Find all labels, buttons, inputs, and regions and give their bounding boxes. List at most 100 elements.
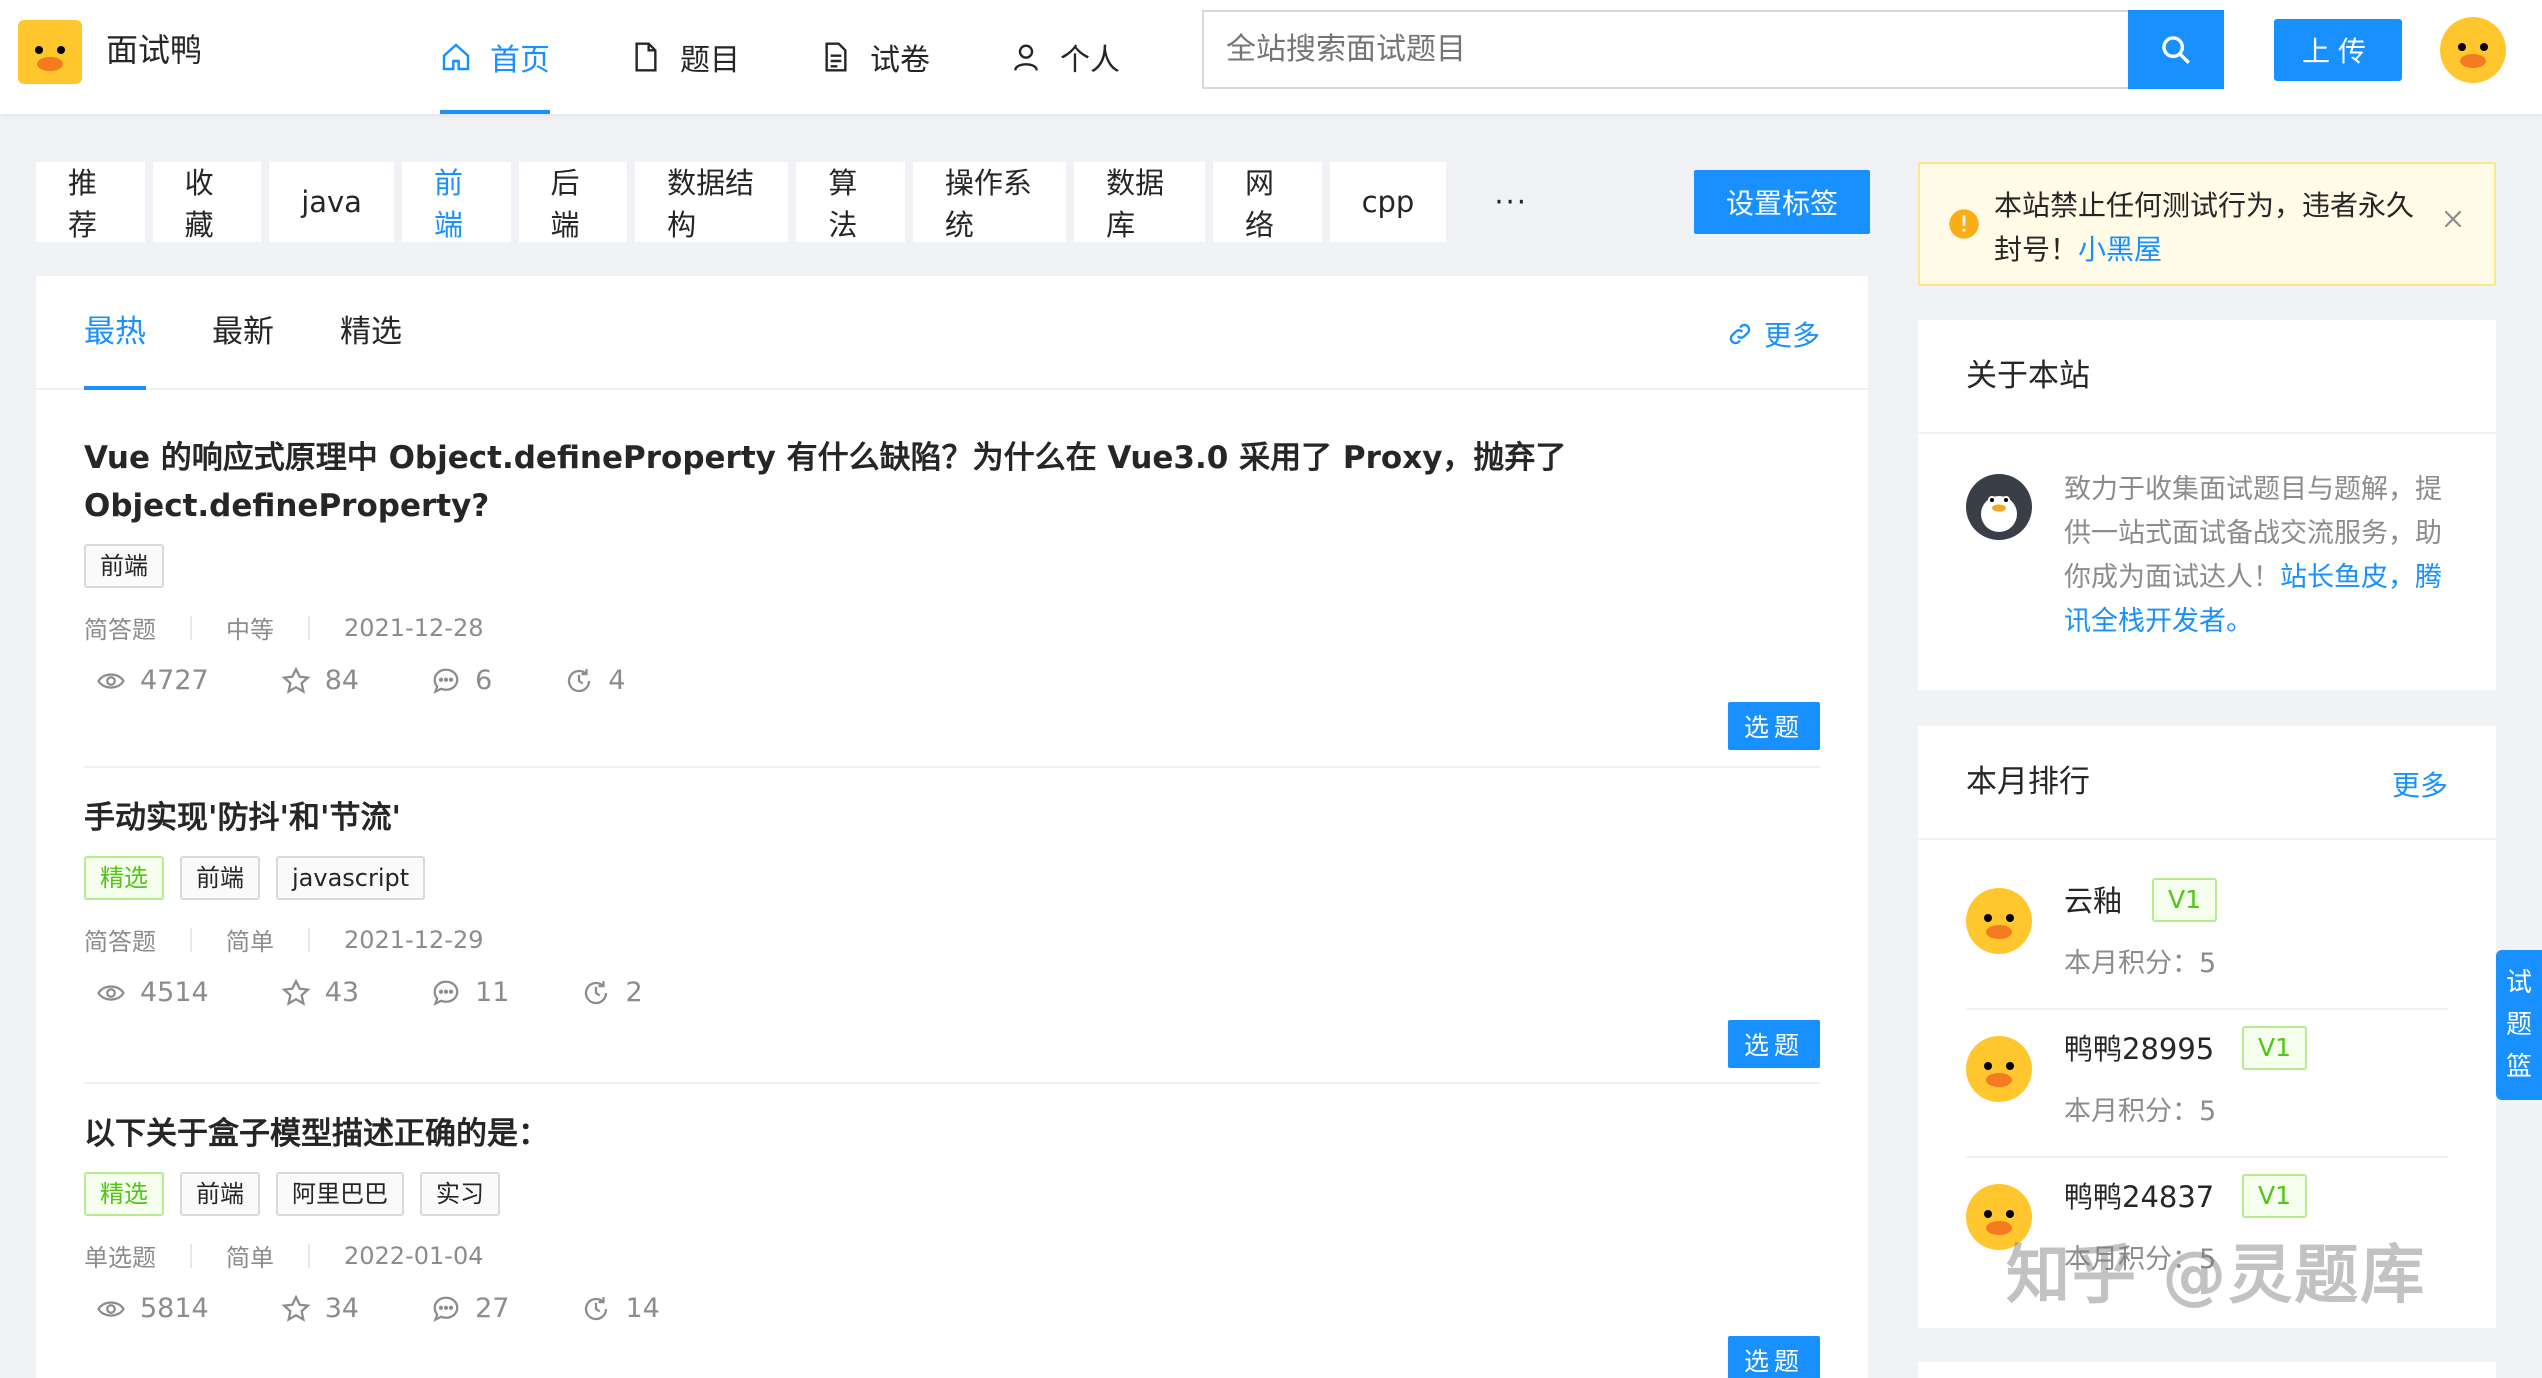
score-label: 本月积分：: [2064, 948, 2199, 979]
basket-char: 篮: [2505, 1052, 2532, 1082]
question-meta: 简答题 简单 2021-12-29: [84, 922, 1820, 957]
comment-count[interactable]: 27: [419, 1293, 509, 1324]
question-item: 手动实现'防抖'和'节流' 精选 前端 javascript 简答题 简单 20…: [84, 794, 1820, 1068]
search-button[interactable]: [2128, 10, 2224, 89]
comment-icon: [433, 1296, 459, 1322]
question-title[interactable]: Vue 的响应式原理中 Object.defineProperty 有什么缺陷？…: [84, 434, 1820, 530]
star-count[interactable]: 34: [269, 1293, 359, 1324]
tag-data-structures[interactable]: 数据结构: [635, 162, 789, 242]
tag-algorithms[interactable]: 算法: [796, 162, 905, 242]
history-count: 4: [552, 665, 625, 696]
tab-hottest[interactable]: 最热: [84, 312, 146, 390]
duck-avatar-icon: [1966, 888, 2032, 954]
set-tags-button[interactable]: 设置标签: [1694, 170, 1870, 234]
duck-avatar-icon: [2440, 17, 2506, 83]
comment-count[interactable]: 6: [419, 665, 492, 696]
star-count-value: 43: [324, 977, 360, 1008]
question-tags: 精选 前端 阿里巴巴 实习: [84, 1172, 1820, 1216]
tag-more-button[interactable]: ···: [1454, 162, 1568, 242]
warning-icon: [1949, 209, 1979, 239]
tag-frontend[interactable]: 前端: [401, 162, 511, 242]
ranking-title: 本月排行: [1966, 764, 2090, 800]
tag-favorites[interactable]: 收藏: [152, 162, 262, 242]
tag-os[interactable]: 操作系统: [912, 162, 1067, 242]
about-card-header: 关于本站: [1918, 320, 2496, 434]
blacklist-link[interactable]: 小黑屋: [2078, 233, 2162, 266]
question-title[interactable]: 手动实现'防抖'和'节流': [84, 794, 1820, 842]
tab-newest[interactable]: 最新: [212, 312, 274, 352]
question-stats: 5814 34 27 14: [84, 1293, 1820, 1324]
more-link-label: 更多: [1763, 319, 1820, 352]
tag-bar: 推荐 收藏 java 前端 后端 数据结构 算法 操作系统 数据库 网络 cpp…: [36, 162, 1576, 242]
history-count: 14: [569, 1293, 660, 1324]
question-stats: 4727 84 6 4: [84, 665, 1820, 696]
history-count-value: 2: [625, 977, 643, 1008]
owner-avatar-icon[interactable]: [1966, 474, 2032, 540]
sort-tabs: 最热 最新 精选 更多: [36, 276, 1868, 390]
question-tag[interactable]: 前端: [84, 544, 164, 588]
ranking-more-link[interactable]: 更多: [2392, 764, 2448, 804]
tag-recommend[interactable]: 推荐: [36, 162, 145, 242]
rank-divider: [1966, 1008, 2448, 1010]
question-meta: 简答题 中等 2021-12-28: [84, 610, 1820, 645]
question-tag[interactable]: 实习: [420, 1172, 500, 1216]
tag-backend[interactable]: 后端: [518, 162, 628, 242]
star-icon: [281, 978, 311, 1006]
question-tag[interactable]: 阿里巴巴: [276, 1172, 404, 1216]
nav-papers[interactable]: 试卷: [820, 0, 930, 114]
meta-divider: [190, 927, 192, 952]
warning-alert: 本站禁止任何测试行为，违者永久封号！小黑屋: [1918, 162, 2496, 286]
question-tag[interactable]: 前端: [180, 1172, 260, 1216]
nav-personal[interactable]: 个人: [1010, 0, 1120, 114]
question-tag-featured[interactable]: 精选: [84, 856, 164, 900]
user-avatar[interactable]: [2440, 17, 2506, 83]
eye-icon: [97, 984, 125, 1001]
basket-char: 题: [2505, 1010, 2532, 1040]
close-icon[interactable]: [2440, 206, 2466, 232]
rank-user-name[interactable]: 鸭鸭24837: [2064, 1178, 2214, 1216]
pick-question-button[interactable]: 选题: [1728, 1020, 1820, 1068]
site-name[interactable]: 面试鸭: [106, 30, 202, 70]
rank-score: 本月积分：5: [2064, 946, 2216, 982]
star-count[interactable]: 84: [269, 665, 359, 696]
comment-icon: [433, 668, 459, 694]
about-title: 关于本站: [1966, 358, 2090, 394]
pick-question-button[interactable]: 选题: [1728, 702, 1820, 750]
basket-char: 试: [2505, 968, 2532, 998]
rank-user-name[interactable]: 云釉: [2064, 882, 2122, 920]
tag-network[interactable]: 网络: [1212, 162, 1322, 242]
meta-divider: [308, 927, 310, 952]
history-count-value: 4: [608, 665, 626, 696]
comment-count[interactable]: 11: [419, 977, 509, 1008]
question-tag[interactable]: javascript: [276, 856, 426, 900]
main-nav: 首页 题目 试卷 个人: [440, 0, 1200, 114]
question-tag[interactable]: 前端: [180, 856, 260, 900]
star-icon: [281, 666, 311, 694]
meta-divider: [190, 1243, 192, 1268]
star-count[interactable]: 43: [269, 977, 359, 1008]
logo-duck-icon[interactable]: [18, 20, 82, 84]
upload-button[interactable]: 上传: [2274, 19, 2402, 81]
question-basket-button[interactable]: 试 题 篮: [2496, 950, 2542, 1100]
search-input[interactable]: [1202, 10, 2128, 89]
history-icon: [568, 668, 591, 692]
comment-count-value: 11: [475, 977, 510, 1008]
more-link[interactable]: 更多: [1726, 314, 1820, 354]
nav-home[interactable]: 首页: [440, 0, 550, 114]
file-icon: [635, 42, 657, 72]
tag-cpp[interactable]: cpp: [1329, 162, 1447, 242]
tag-database[interactable]: 数据库: [1074, 162, 1205, 242]
tag-java[interactable]: java: [269, 162, 394, 242]
user-icon: [1014, 44, 1038, 71]
question-title[interactable]: 以下关于盒子模型描述正确的是：: [84, 1110, 1820, 1158]
about-card: 关于本站 致力于收集面试题目与题解，提供一站式面试备战交流服务，助你成为面试达人…: [1918, 320, 2496, 690]
question-type: 单选题: [84, 1244, 156, 1272]
question-tag-featured[interactable]: 精选: [84, 1172, 164, 1216]
eye-icon: [97, 1300, 125, 1317]
pick-question-button[interactable]: 选题: [1728, 1336, 1820, 1378]
nav-questions[interactable]: 题目: [630, 0, 740, 114]
question-difficulty: 中等: [226, 616, 274, 644]
history-count-value: 14: [625, 1293, 660, 1324]
rank-user-name[interactable]: 鸭鸭28995: [2064, 1030, 2214, 1068]
tab-featured[interactable]: 精选: [340, 312, 402, 352]
